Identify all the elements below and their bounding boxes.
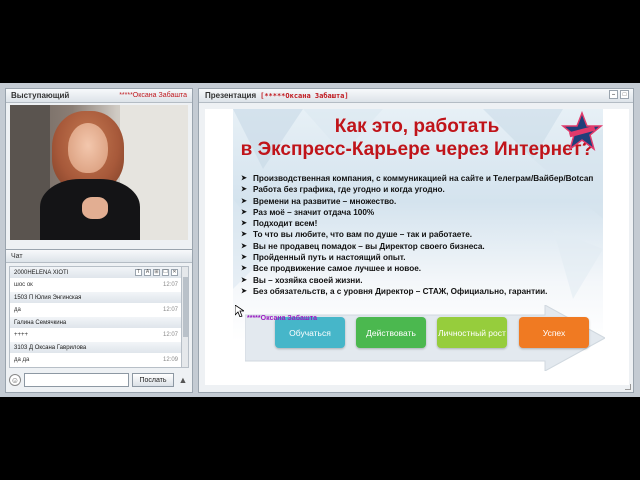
presentation-header: Презентация [*****Оксана Забашта] – □ [199, 89, 633, 103]
minimize-icon[interactable]: – [609, 90, 618, 99]
chat-message-author-row: 3103 Д Оксана Гаврилова [10, 342, 182, 353]
bullet-arrow-icon: ➤ [241, 254, 247, 262]
chat-scrollbar-thumb[interactable] [183, 277, 188, 337]
chat-message-author: 1503 П Юлия Энгинская [14, 294, 82, 301]
speaker-name: *****Оксана Забашта [119, 92, 187, 99]
chat-scrollbar[interactable] [181, 266, 189, 368]
pointer-cursor-icon [235, 305, 244, 317]
speaker-panel-title: Выступающий [11, 91, 70, 100]
chat-message: шос ок 12:07 [10, 278, 182, 292]
presentation-panel: Презентация [*****Оксана Забашта] – □ Ка [198, 88, 634, 393]
slide-bullet: ➤ Вы не продавец помадок – вы Директор св… [241, 241, 627, 252]
star-logo-icon [560, 111, 604, 151]
chat-header: Чат [6, 250, 192, 263]
presentation-owner: [*****Оксана Забашта] [260, 91, 349, 100]
slide-bullet-text: Вы – хозяйка своей жизни. [253, 275, 363, 285]
emoji-icon[interactable]: ☺ [9, 374, 21, 386]
chat-message-author-row: 2000НELENA XIOTI T A ⊞ ☐ ✕ [10, 267, 182, 278]
video-person-face [68, 123, 108, 173]
presentation-panel-title: Презентация [205, 91, 257, 100]
bullet-arrow-icon: ➤ [241, 276, 247, 284]
chat-panel: Чат 2000НELENA XIOTI T A ⊞ ☐ ✕ шос ок 12… [5, 249, 193, 393]
chat-message-time: 12:07 [162, 307, 178, 313]
slide-bullet: ➤ Времени на развитие – множество. [241, 196, 627, 207]
chat-input-row: ☺ Послать ▲ [9, 372, 189, 388]
webinar-app: Выступающий *****Оксана Забашта Чат 2000… [0, 83, 640, 397]
chat-message-author: 2000НELENA XIOTI [14, 269, 69, 276]
chat-message-author: Галина Семячкина [14, 319, 67, 326]
slide-bullet-text: Все продвижение самое лучшее и новое. [253, 264, 422, 274]
bell-icon[interactable]: ▲ [177, 374, 189, 386]
slide-bullet-text: То что вы любите, что вам по душе – так … [253, 230, 473, 240]
maximize-icon[interactable]: □ [620, 90, 629, 99]
step-box-growth: Личностный рост [437, 317, 507, 348]
slide-bullet: ➤ Работа без графика, где угодно и когда … [241, 184, 627, 195]
text-format-icon[interactable]: T [135, 269, 142, 276]
chat-message-list[interactable]: 2000НELENA XIOTI T A ⊞ ☐ ✕ шос ок 12:07 … [9, 266, 183, 368]
slide-bullet-text: Без обязательств, а с уровня Директор – … [253, 286, 548, 296]
speaker-header: Выступающий *****Оксана Забашта [6, 89, 192, 103]
slide-bullet: ➤ То что вы любите, что вам по душе – так… [241, 229, 627, 240]
slide-bullet-text: Вы не продавец помадок – вы Директор сво… [253, 241, 485, 251]
chat-message-text: да да [14, 357, 30, 363]
chat-message: да да 12:09 [10, 353, 182, 367]
chat-message-time: 12:07 [162, 332, 178, 338]
slide-bullet: ➤ Вы – хозяйка своей жизни. [241, 275, 627, 286]
slide-bullet: ➤ Производственная компания, с коммуникац… [241, 173, 627, 184]
font-size-icon[interactable]: A [144, 269, 151, 276]
chat-message-text: ++++ [14, 332, 29, 338]
step-box-act: Действовать [356, 317, 426, 348]
slide-bullet-text: Производственная компания, с коммуникаци… [253, 174, 594, 183]
slide-bullet: ➤ Все продвижение самое лучшее и новое. [241, 263, 627, 274]
resize-handle[interactable] [625, 384, 631, 390]
chat-message-text: да [14, 307, 21, 313]
chat-message-author-row: Галина Семячкина [10, 317, 182, 328]
slide-bullet-text: Подходит всем! [253, 219, 318, 229]
presentation-slide[interactable]: Как это, работать в Экспресс-Карьере чер… [205, 109, 629, 385]
speaker-video[interactable] [10, 105, 188, 240]
slide-bullet: ➤ Без обязательств, а с уровня Директор –… [241, 286, 627, 297]
bullet-arrow-icon: ➤ [241, 197, 247, 205]
slide-bullet-text: Времени на развитие – множество. [253, 196, 397, 206]
send-button[interactable]: Послать [132, 373, 174, 387]
bullet-arrow-icon: ➤ [241, 231, 247, 239]
slide-bullet: ➤ Подходит всем! [241, 218, 627, 229]
chat-message-author: 3103 Д Оксана Гаврилова [14, 344, 87, 351]
slide-bullet-list: ➤ Производственная компания, с коммуникац… [241, 173, 627, 297]
slide-bullet-text: Раз моё – значит отдача 100% [253, 207, 375, 217]
bullet-arrow-icon: ➤ [241, 242, 247, 250]
slide-bullet-text: Работа без графика, где угодно и когда у… [253, 185, 445, 195]
bullet-arrow-icon: ➤ [241, 208, 247, 216]
chat-message: ++++ 12:07 [10, 328, 182, 342]
table-icon[interactable]: ⊞ [153, 269, 160, 276]
slide-bullet-text: Пройденный путь и настоящий опыт. [253, 253, 406, 263]
chat-message-time: 12:07 [162, 282, 178, 288]
chat-panel-title: Чат [11, 252, 23, 260]
step-box-success: Успех [519, 317, 589, 348]
bullet-arrow-icon: ➤ [241, 220, 247, 228]
slide-bullet: ➤ Пройденный путь и настоящий опыт. [241, 252, 627, 263]
bullet-arrow-icon: ➤ [241, 287, 247, 295]
chat-message-author-row: 1503 П Юлия Энгинская [10, 292, 182, 303]
close-icon[interactable]: ✕ [171, 269, 178, 276]
video-person-hands [82, 197, 108, 219]
chat-message-text: шос ок [14, 282, 33, 288]
presentation-tools: – □ [609, 90, 629, 99]
chat-format-tools: T A ⊞ ☐ ✕ [135, 269, 178, 276]
cursor-presenter-label: *****Оксана Забашта [247, 315, 318, 322]
slide-bullet: ➤ Раз моё – значит отдача 100% [241, 207, 627, 218]
box-icon[interactable]: ☐ [162, 269, 169, 276]
chat-input[interactable] [24, 373, 129, 387]
bullet-arrow-icon: ➤ [241, 175, 247, 182]
chat-message: да 12:07 [10, 303, 182, 317]
bullet-arrow-icon: ➤ [241, 265, 247, 273]
chat-message-time: 12:09 [162, 357, 178, 363]
bullet-arrow-icon: ➤ [241, 186, 247, 194]
